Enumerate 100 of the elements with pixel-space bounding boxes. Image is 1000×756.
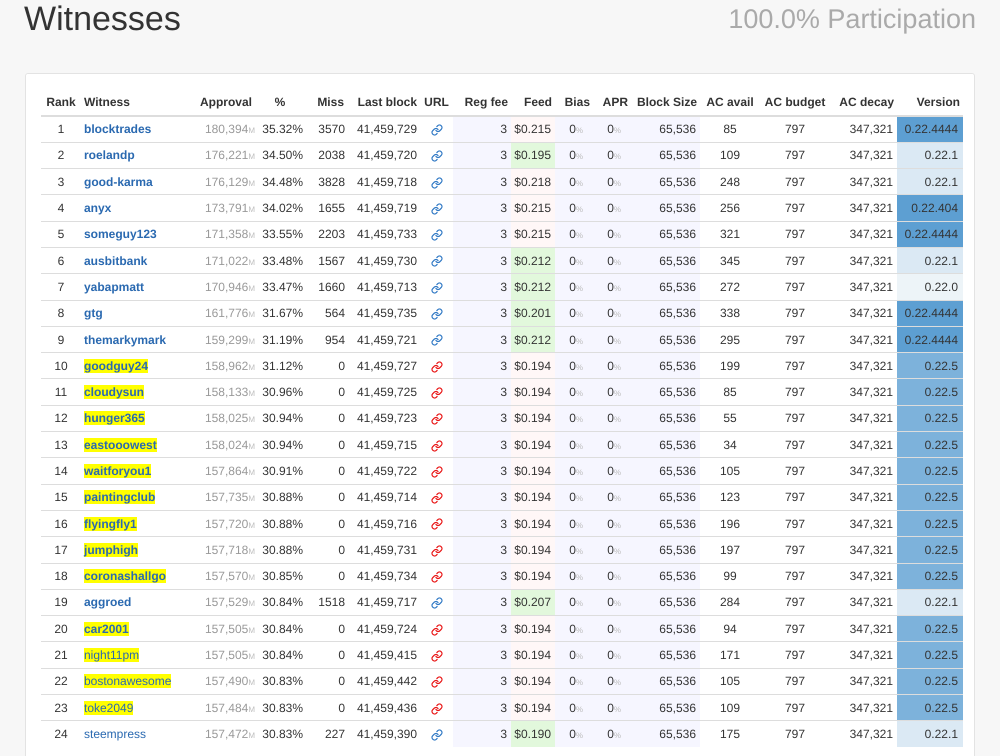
witness-link[interactable]: coronashallgo bbox=[84, 569, 166, 584]
bias-cell: 0% bbox=[555, 694, 593, 721]
column-header[interactable]: Version bbox=[897, 88, 963, 116]
link-icon[interactable] bbox=[430, 360, 442, 373]
witness-link[interactable]: aggroed bbox=[84, 595, 132, 610]
feed-cell: $0.194 bbox=[511, 352, 555, 379]
column-header[interactable]: Miss bbox=[305, 88, 347, 116]
miss-cell: 1655 bbox=[305, 194, 347, 222]
witness-link[interactable]: car2001 bbox=[84, 622, 129, 636]
witness-link[interactable]: good-karma bbox=[84, 174, 153, 189]
witness-link[interactable]: goodguy24 bbox=[84, 358, 148, 373]
unit-label: M bbox=[248, 678, 255, 688]
reg-fee-cell: 3 bbox=[453, 536, 511, 564]
witness-link[interactable]: someguy123 bbox=[84, 227, 157, 242]
column-header[interactable]: AC decay bbox=[830, 88, 897, 116]
link-icon[interactable] bbox=[430, 466, 442, 478]
unit-label: % bbox=[576, 546, 583, 556]
column-header[interactable]: Last block bbox=[347, 88, 420, 116]
witness-link[interactable]: flyingfly1 bbox=[84, 516, 137, 531]
unit-label: % bbox=[614, 704, 621, 714]
approval-cell: 157,472M bbox=[185, 720, 255, 748]
link-icon[interactable] bbox=[430, 229, 442, 242]
witness-link[interactable]: bostonawesome bbox=[84, 674, 172, 688]
column-header[interactable]: Witness bbox=[81, 88, 185, 116]
last-block-cell: 41,459,715 bbox=[347, 432, 420, 458]
link-icon[interactable] bbox=[430, 624, 442, 636]
unit-label: M bbox=[248, 442, 255, 451]
version-cell: 0.22.5 bbox=[897, 484, 963, 510]
link-icon[interactable] bbox=[430, 282, 442, 294]
page-title: Witnesses bbox=[24, 0, 181, 38]
witness-link[interactable]: ausbitbank bbox=[84, 254, 148, 268]
feed-cell: $0.207 bbox=[511, 589, 555, 616]
bias-cell: 0% bbox=[555, 458, 593, 484]
link-icon[interactable] bbox=[430, 597, 442, 610]
link-icon[interactable] bbox=[430, 650, 442, 662]
link-icon[interactable] bbox=[430, 334, 442, 346]
block-size-cell: 65,536 bbox=[631, 194, 700, 222]
percent-cell: 33.55% bbox=[255, 221, 305, 248]
feed-cell: $0.194 bbox=[511, 484, 555, 510]
link-icon[interactable] bbox=[430, 676, 442, 688]
witness-link[interactable]: steempress bbox=[84, 727, 146, 742]
feed-cell: $0.212 bbox=[511, 247, 555, 274]
version-cell: 0.22.4444 bbox=[897, 221, 963, 248]
unit-label: % bbox=[576, 152, 583, 162]
link-icon[interactable] bbox=[430, 176, 442, 189]
approval-cell: 176,129M bbox=[185, 168, 255, 195]
link-icon[interactable] bbox=[430, 255, 442, 268]
column-header[interactable]: Approval bbox=[185, 88, 255, 116]
unit-label: % bbox=[614, 389, 621, 398]
column-header[interactable]: URL bbox=[420, 88, 453, 116]
witness-link[interactable]: cloudysun bbox=[84, 385, 144, 400]
block-size-cell: 65,536 bbox=[631, 300, 700, 326]
reg-fee-cell: 3 bbox=[453, 432, 511, 458]
witness-link[interactable]: toke2049 bbox=[84, 700, 134, 715]
witness-link[interactable]: waitforyou1 bbox=[84, 464, 152, 478]
rank-cell: 2 bbox=[41, 142, 81, 169]
column-header[interactable]: Rank bbox=[41, 88, 81, 116]
column-header[interactable]: AC avail bbox=[700, 88, 760, 116]
last-block-cell: 41,459,714 bbox=[347, 484, 420, 510]
ac-avail-cell: 105 bbox=[700, 458, 760, 484]
witness-link[interactable]: anyx bbox=[84, 201, 112, 216]
link-icon[interactable] bbox=[430, 440, 442, 452]
unit-label: M bbox=[248, 520, 255, 530]
block-size-cell: 65,536 bbox=[631, 616, 700, 642]
column-header[interactable]: AC budget bbox=[760, 88, 830, 116]
link-icon[interactable] bbox=[430, 492, 442, 504]
witness-link[interactable]: jumphigh bbox=[84, 542, 138, 557]
witness-link[interactable]: gtg bbox=[84, 306, 103, 320]
witness-link[interactable]: night11pm bbox=[84, 648, 140, 662]
last-block-cell: 41,459,718 bbox=[347, 168, 420, 195]
feed-cell: $0.212 bbox=[511, 274, 555, 300]
witness-link[interactable]: paintingclub bbox=[84, 490, 156, 504]
witness-link[interactable]: hunger365 bbox=[84, 411, 145, 426]
witness-link[interactable]: yabapmatt bbox=[84, 280, 144, 294]
column-header[interactable]: APR bbox=[593, 88, 631, 116]
version-cell: 0.22.1 bbox=[897, 247, 963, 274]
witness-link[interactable]: themarkymark bbox=[84, 332, 166, 347]
link-icon[interactable] bbox=[430, 702, 442, 714]
link-icon[interactable] bbox=[430, 518, 442, 530]
witness-link[interactable]: roelandp bbox=[84, 148, 135, 162]
column-header[interactable]: Block Size bbox=[631, 88, 700, 116]
link-icon[interactable] bbox=[430, 308, 442, 320]
link-icon[interactable] bbox=[430, 202, 442, 215]
apr-cell: 0% bbox=[593, 142, 631, 169]
link-icon[interactable] bbox=[430, 729, 442, 742]
column-header[interactable]: Bias bbox=[555, 88, 593, 116]
approval-cell: 161,776M bbox=[185, 300, 255, 326]
witness-link[interactable]: blocktrades bbox=[84, 122, 152, 136]
reg-fee-cell: 3 bbox=[453, 405, 511, 432]
link-icon[interactable] bbox=[430, 544, 442, 557]
link-icon[interactable] bbox=[430, 124, 442, 136]
link-icon[interactable] bbox=[430, 413, 442, 426]
link-icon[interactable] bbox=[430, 571, 442, 584]
rank-cell: 4 bbox=[41, 194, 81, 222]
column-header[interactable]: Reg fee bbox=[453, 88, 511, 116]
link-icon[interactable] bbox=[430, 150, 442, 162]
column-header[interactable]: % bbox=[255, 88, 305, 116]
link-icon[interactable] bbox=[430, 386, 442, 399]
witness-link[interactable]: eastooowest bbox=[84, 438, 157, 452]
column-header[interactable]: Feed bbox=[511, 88, 555, 116]
